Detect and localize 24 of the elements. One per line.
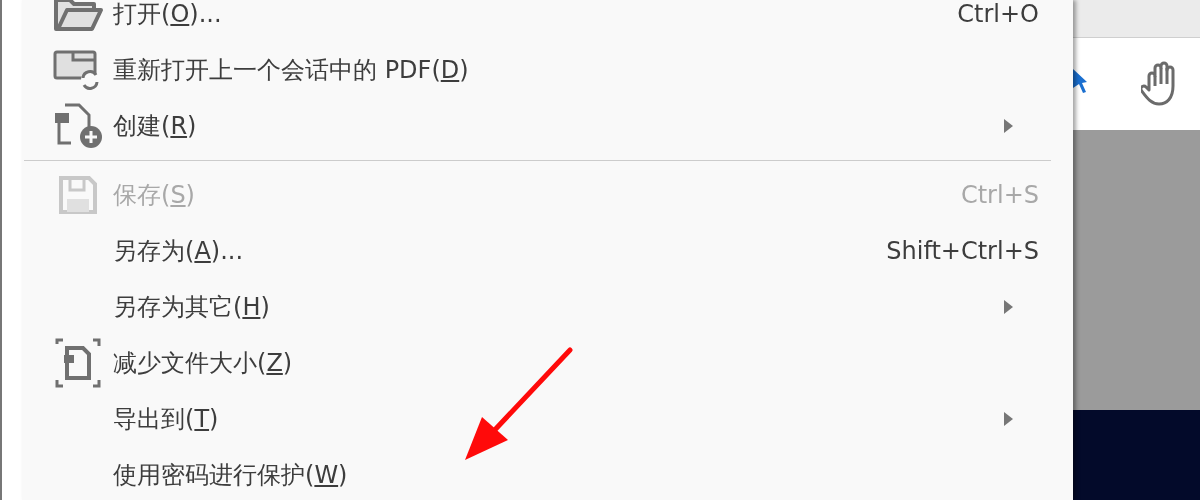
menu-item-label: 另存为其它(H) (113, 292, 270, 323)
menu-item[interactable]: 重新打开上一个会话中的 PDF(D) (22, 42, 1073, 98)
menu-item-label: 另存为(A)... (113, 236, 244, 267)
menu-item[interactable]: 使用密码进行保护(W) (22, 447, 1073, 500)
shortcut-label: Ctrl+O (957, 0, 1039, 30)
menu-item-label: 减少文件大小(Z) (113, 348, 293, 379)
menu-item-label: 创建(R) (113, 111, 197, 142)
menu-item[interactable]: 另存为(A)... Shift+Ctrl+S (22, 223, 1073, 279)
menu-item-label: 使用密码进行保护(W) (113, 460, 348, 491)
shortcut-label: Shift+Ctrl+S (886, 236, 1039, 267)
reduce-size-icon (55, 338, 101, 388)
menu-item[interactable]: 创建(R) (22, 98, 1073, 154)
menu-item-label: 重新打开上一个会话中的 PDF(D) (113, 55, 469, 86)
menu-item[interactable]: 另存为其它(H) (22, 279, 1073, 335)
menu-item-label: 打开(O)... (113, 0, 222, 30)
menu-item[interactable]: 减少文件大小(Z) (22, 335, 1073, 391)
menu-item[interactable]: 打开(O)... Ctrl+O (22, 0, 1073, 42)
create-file-icon (53, 103, 103, 149)
menu-item-label: 保存(S) (113, 180, 195, 211)
save-icon (58, 175, 98, 215)
menu-item[interactable]: 导出到(T) (22, 391, 1073, 447)
folder-icon (53, 0, 103, 32)
menu-item-label: 导出到(T) (113, 404, 219, 435)
shortcut-label: Ctrl+S (960, 180, 1039, 211)
